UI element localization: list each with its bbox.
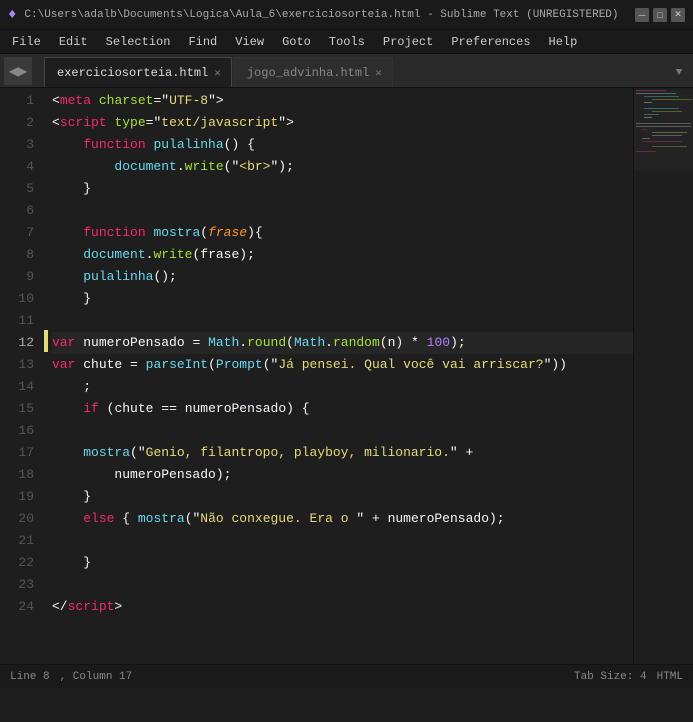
tabs-overflow-button[interactable]: ▼ [669,59,689,87]
linenum-14: 14 [0,376,34,398]
code-line-9: pulalinha(); [52,266,633,288]
menu-bar: File Edit Selection Find View Goto Tools… [0,30,693,54]
code-line-8: document.write(frase); [52,244,633,266]
linenum-10: 10 [0,288,34,310]
linenum-24: 24 [0,596,34,618]
menu-view[interactable]: View [227,33,272,51]
code-line-3: function pulalinha() { [52,134,633,156]
sidebar-toggle-button[interactable]: ◀▶ [4,57,32,85]
code-line-19: } [52,486,633,508]
maximize-button[interactable]: □ [653,8,667,22]
linenum-2: 2 [0,112,34,134]
linenum-7: 7 [0,222,34,244]
code-line-2: <script type="text/javascript"> [52,112,633,134]
code-line-14: ; [52,376,633,398]
tab-close-1[interactable]: ✕ [214,66,221,80]
status-tabsize[interactable]: Tab Size: 4 [574,671,647,683]
code-line-17: mostra("Genio, filantropo, playboy, mili… [52,442,633,464]
code-line-15: if (chute == numeroPensado) { [52,398,633,420]
linenum-22: 22 [0,552,34,574]
code-line-11 [52,310,633,332]
menu-selection[interactable]: Selection [98,33,179,51]
linenum-1: 1 [0,90,34,112]
window-controls: ─ □ ✕ [635,8,685,22]
editor: 1 2 3 4 5 6 7 8 9 10 11 12 13 14 15 16 1… [0,88,693,664]
code-line-13: var chute = parseInt(Prompt("Já pensei. … [52,354,633,376]
tab-exerciciosorteia[interactable]: exerciciosorteia.html ✕ [44,57,232,87]
menu-edit[interactable]: Edit [51,33,96,51]
menu-file[interactable]: File [4,33,49,51]
code-line-10: } [52,288,633,310]
menu-project[interactable]: Project [375,33,441,51]
linenum-23: 23 [0,574,34,596]
code-area[interactable]: <meta charset="UTF-8"> <script type="tex… [48,88,633,664]
menu-find[interactable]: Find [180,33,225,51]
code-line-4: document.write("<br>"); [52,156,633,178]
toolbar: ◀▶ [0,54,40,87]
code-line-16 [52,420,633,442]
menu-goto[interactable]: Goto [274,33,319,51]
tab-close-2[interactable]: ✕ [375,66,382,80]
code-line-7: function mostra(frase){ [52,222,633,244]
linenum-18: 18 [0,464,34,486]
menu-tools[interactable]: Tools [321,33,373,51]
linenum-20: 20 [0,508,34,530]
linenum-19: 19 [0,486,34,508]
code-line-21 [52,530,633,552]
status-line: Line 8 [10,671,50,683]
linenum-5: 5 [0,178,34,200]
toolbar-tabs-row: ◀▶ exerciciosorteia.html ✕ jogo_advinha.… [0,54,693,88]
title-bar: ♦ C:\Users\adalb\Documents\Logica\Aula_6… [0,0,693,30]
minimize-button[interactable]: ─ [635,8,649,22]
code-line-5: } [52,178,633,200]
code-line-1: <meta charset="UTF-8"> [52,90,633,112]
close-button[interactable]: ✕ [671,8,685,22]
minimap [633,88,693,664]
linenum-15: 15 [0,398,34,420]
code-line-20: else { mostra("Não conxegue. Era o " + n… [52,508,633,530]
status-bar: Line 8 , Column 17 Tab Size: 4 HTML [0,664,693,688]
tab-label-2: jogo_advinha.html [247,66,369,80]
menu-help[interactable]: Help [541,33,586,51]
linenum-12: 12 [0,332,34,354]
linenum-11: 11 [0,310,34,332]
code-line-22: } [52,552,633,574]
tab-jogo-advinha[interactable]: jogo_advinha.html ✕ [234,57,393,87]
tabs-bar: exerciciosorteia.html ✕ jogo_advinha.htm… [40,54,693,88]
status-column: , Column 17 [60,671,133,683]
linenum-16: 16 [0,420,34,442]
minimap-svg [634,88,693,664]
linenum-6: 6 [0,200,34,222]
status-filetype[interactable]: HTML [657,671,683,683]
linenum-9: 9 [0,266,34,288]
code-line-24: </script> [52,596,633,618]
code-line-18: numeroPensado); [52,464,633,486]
app-icon: ♦ [8,7,16,23]
code-line-6 [52,200,633,222]
line-numbers: 1 2 3 4 5 6 7 8 9 10 11 12 13 14 15 16 1… [0,88,44,664]
linenum-3: 3 [0,134,34,156]
linenum-13: 13 [0,354,34,376]
title-text: C:\Users\adalb\Documents\Logica\Aula_6\e… [24,9,627,21]
linenum-21: 21 [0,530,34,552]
code-line-12: var numeroPensado = Math.round(Math.rand… [52,332,633,354]
code-line-23 [52,574,633,596]
linenum-8: 8 [0,244,34,266]
tab-label-1: exerciciosorteia.html [57,66,208,80]
linenum-17: 17 [0,442,34,464]
menu-preferences[interactable]: Preferences [443,33,538,51]
linenum-4: 4 [0,156,34,178]
